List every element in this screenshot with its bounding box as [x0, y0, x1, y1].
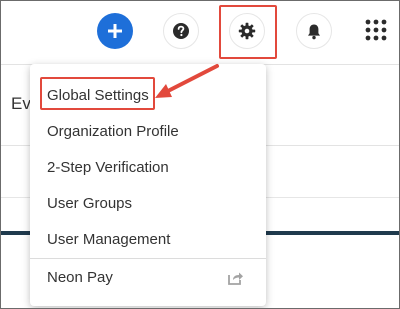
- callout-arrow: [155, 64, 219, 98]
- apps-grid-icon: [365, 19, 387, 41]
- menu-item-neon-pay[interactable]: Neon Pay: [30, 259, 266, 295]
- help-button[interactable]: [163, 13, 199, 49]
- notifications-button[interactable]: [296, 13, 332, 49]
- menu-item-user-management[interactable]: User Management: [30, 221, 266, 257]
- menu-item-label: User Management: [47, 230, 171, 248]
- menu-item-label: User Groups: [47, 194, 133, 212]
- external-link-icon: [228, 272, 243, 285]
- menu-item-user-groups[interactable]: User Groups: [30, 185, 266, 221]
- menu-item-label: Neon Pay: [47, 268, 113, 286]
- bell-icon: [308, 24, 320, 39]
- top-header: [1, 1, 399, 65]
- apps-button[interactable]: [361, 15, 391, 45]
- page-title-partial: Ev: [11, 94, 31, 113]
- plus-icon: [108, 24, 122, 38]
- menu-item-label: Organization Profile: [47, 122, 179, 140]
- settings-callout-box: [219, 5, 277, 59]
- add-button[interactable]: [97, 13, 133, 49]
- menu-item-organization-profile[interactable]: Organization Profile: [30, 113, 266, 149]
- question-icon: [173, 23, 189, 39]
- menu-item-label: 2-Step Verification: [47, 158, 169, 176]
- screenshot-frame: Ev Global Settings Organization Profile …: [0, 0, 400, 309]
- global-settings-callout-box: [40, 77, 155, 110]
- menu-item-2-step-verification[interactable]: 2-Step Verification: [30, 149, 266, 185]
